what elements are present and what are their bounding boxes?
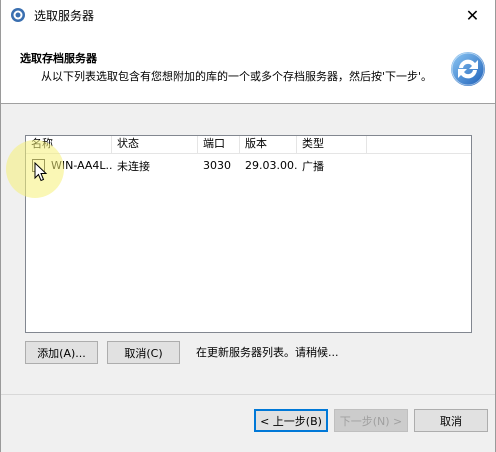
cancel-button[interactable]: 取消: [414, 409, 488, 432]
close-button[interactable]: ✕: [450, 0, 495, 30]
header-subtitle: 从以下列表选取包含有您想附加的库的一个或多个存档服务器，然后按'下一步'。: [41, 70, 433, 83]
list-header: 名称 状态 端口 版本 类型: [26, 136, 471, 154]
title-bar[interactable]: 选取服务器 ✕: [1, 0, 495, 30]
server-checkbox[interactable]: [32, 159, 45, 173]
server-name-cell: WIN-AA4L...: [26, 159, 112, 173]
status-text: 在更新服务器列表。请稍候...: [196, 346, 339, 359]
dialog-window: 选取服务器 ✕ 选取存档服务器 从以下列表选取包含有您想附加的库的一个或多个存档…: [0, 0, 496, 452]
add-server-button[interactable]: 添加(A)...: [25, 341, 98, 364]
next-button[interactable]: 下一步(N) >: [334, 409, 408, 432]
server-status: 未连接: [117, 159, 150, 173]
list-item[interactable]: WIN-AA4L... 未连接 3030 29.03.00... 广播: [26, 156, 471, 175]
column-header-type[interactable]: 类型: [297, 136, 367, 153]
server-app-icon: [11, 8, 25, 22]
header-panel: 选取存档服务器 从以下列表选取包含有您想附加的库的一个或多个存档服务器，然后按'…: [1, 30, 495, 104]
footer-divider: [1, 394, 495, 395]
refresh-sync-icon: [451, 52, 485, 86]
header-title: 选取存档服务器: [20, 52, 97, 65]
window-title: 选取服务器: [34, 8, 95, 23]
column-header-version[interactable]: 版本: [240, 136, 297, 153]
column-header-name[interactable]: 名称: [26, 136, 112, 153]
server-name: WIN-AA4L...: [51, 158, 112, 172]
cancel-refresh-button[interactable]: 取消(C): [107, 341, 180, 364]
back-button[interactable]: < 上一步(B): [254, 409, 328, 432]
server-version: 29.03.00...: [245, 159, 297, 172]
server-port: 3030: [203, 159, 231, 172]
server-list[interactable]: 名称 状态 端口 版本 类型 WIN-AA4L... 未连接 3030 29.0…: [25, 135, 472, 333]
column-header-port[interactable]: 端口: [198, 136, 240, 153]
column-header-status[interactable]: 状态: [112, 136, 198, 153]
server-type: 广播: [302, 159, 324, 173]
close-icon: ✕: [465, 5, 480, 25]
